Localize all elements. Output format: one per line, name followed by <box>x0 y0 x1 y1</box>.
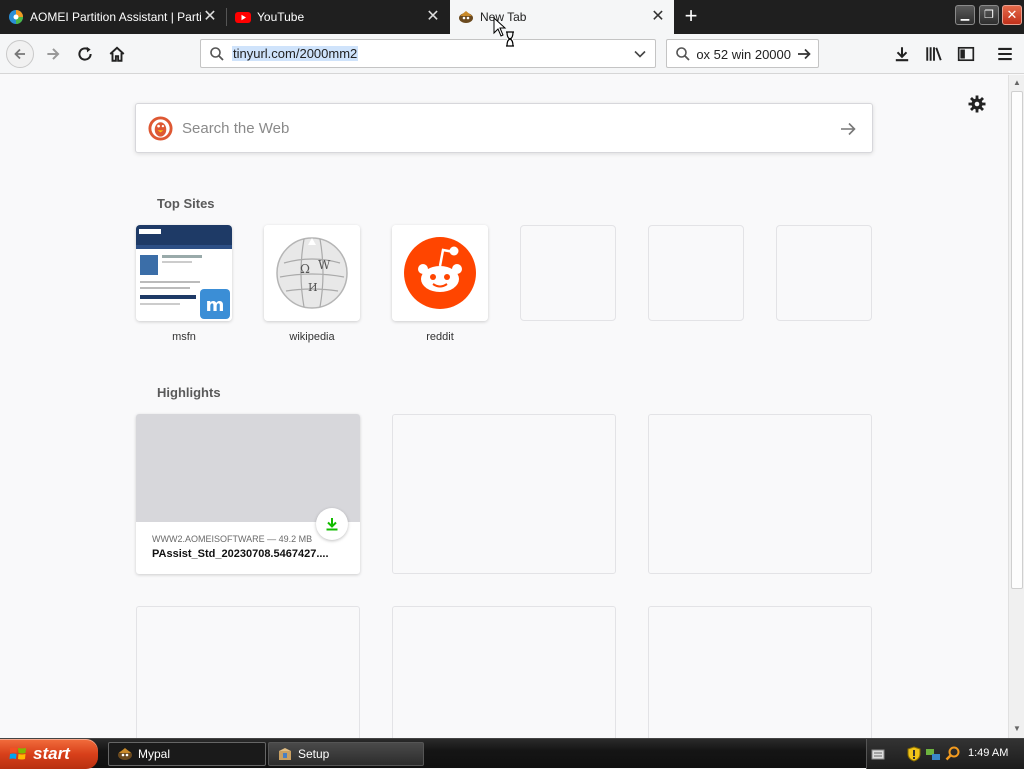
scroll-thumb[interactable] <box>1011 91 1023 589</box>
top-site-wikipedia[interactable]: Ω W И <box>264 225 360 321</box>
download-badge <box>316 508 348 540</box>
svg-text:И: И <box>308 281 318 294</box>
scroll-up-icon[interactable]: ▲ <box>1011 77 1023 89</box>
forward-arrow-icon <box>47 48 60 60</box>
start-label: start <box>33 744 70 763</box>
sidebar-button[interactable] <box>952 40 980 68</box>
tab-new-tab[interactable]: New Tab ✕ <box>450 0 674 34</box>
wikipedia-globe: Ω W И <box>264 225 360 321</box>
shield-icon[interactable] <box>907 746 921 762</box>
reload-button[interactable] <box>71 40 99 68</box>
busy-cursor-icon <box>493 17 514 47</box>
mypal-icon <box>118 748 132 760</box>
hamburger-menu-icon <box>998 47 1012 61</box>
home-button[interactable] <box>103 40 131 68</box>
highlight-source: WWW2.AOMEISOFTWARE — 49.2 MB <box>152 534 313 544</box>
highlight-thumbnail <box>136 414 360 522</box>
top-site-empty[interactable] <box>776 225 872 321</box>
top-site-empty[interactable] <box>520 225 616 321</box>
url-text[interactable]: tinyurl.com/2000mm2 <box>232 46 359 61</box>
taskbar-item-mypal[interactable]: Mypal <box>108 742 266 766</box>
highlight-placeholder <box>648 606 872 738</box>
youtube-favicon <box>235 9 251 25</box>
top-site-empty[interactable] <box>648 225 744 321</box>
library-icon <box>926 47 942 61</box>
downloads-button[interactable] <box>888 40 916 68</box>
clock[interactable]: 1:49 AM <box>968 747 1008 759</box>
reload-icon <box>78 46 92 61</box>
close-icon[interactable]: ✕ <box>650 9 666 25</box>
go-arrow-icon[interactable] <box>796 46 812 62</box>
msfn-thumbnail: m <box>136 225 232 321</box>
top-site-reddit[interactable] <box>392 225 488 321</box>
scroll-down-icon[interactable]: ▼ <box>1011 723 1023 735</box>
top-sites-heading: Top Sites <box>157 196 215 211</box>
menu-button[interactable] <box>991 40 1019 68</box>
search-placeholder: Search the Web <box>182 120 290 137</box>
close-icon[interactable]: ✕ <box>425 9 441 25</box>
mypal-favicon <box>458 9 474 25</box>
tab-title: AOMEI Partition Assistant | Partiti <box>30 10 202 24</box>
search-text[interactable]: ox 52 win 20000 <box>697 47 791 62</box>
tab-aomei[interactable]: AOMEI Partition Assistant | Partiti ✕ <box>0 0 226 34</box>
svg-text:Ω: Ω <box>300 262 310 276</box>
highlight-card[interactable]: WWW2.AOMEISOFTWARE — 49.2 MB PAssist_Std… <box>136 414 360 574</box>
download-icon <box>326 518 338 531</box>
window-close-button[interactable]: ✕ <box>1002 5 1022 25</box>
back-button[interactable] <box>6 40 34 68</box>
top-site-msfn[interactable]: m <box>136 225 232 321</box>
magnifier-tray-icon[interactable] <box>945 746 961 762</box>
reddit-snoo <box>392 225 488 321</box>
search-icon <box>676 47 690 61</box>
search-bar[interactable]: ox 52 win 20000 <box>666 39 819 68</box>
sidebar-icon <box>957 46 975 62</box>
new-tab-page: Search the Web Top Sites m msfn Ω W И wi… <box>0 75 1008 738</box>
close-icon[interactable]: ✕ <box>202 9 218 25</box>
minimize-button[interactable]: ▁ <box>955 5 975 25</box>
tab-title: YouTube <box>257 10 305 24</box>
windows-logo-icon <box>9 747 26 760</box>
download-icon <box>895 47 909 62</box>
highlight-placeholder <box>392 414 616 574</box>
aomei-favicon <box>8 9 24 25</box>
taskbar: start Mypal Setup 1:49 AM <box>0 738 1024 769</box>
tab-youtube[interactable]: YouTube ✕ <box>227 0 449 34</box>
forward-button[interactable] <box>39 40 67 68</box>
vertical-scrollbar[interactable]: ▲ ▼ <box>1008 75 1024 738</box>
start-button[interactable]: start <box>0 739 98 769</box>
new-tab-button[interactable]: + <box>678 4 704 30</box>
task-label: Mypal <box>138 747 171 761</box>
library-button[interactable] <box>920 40 948 68</box>
web-search-box[interactable]: Search the Web <box>135 103 873 153</box>
task-label: Setup <box>298 747 330 761</box>
setup-icon <box>279 748 291 760</box>
search-icon <box>210 47 224 61</box>
arrow-right-icon[interactable] <box>838 119 858 139</box>
url-bar[interactable]: tinyurl.com/2000mm2 <box>200 39 656 68</box>
highlight-placeholder <box>136 606 360 738</box>
gear-icon[interactable] <box>967 94 987 114</box>
chevron-down-icon[interactable] <box>633 47 647 61</box>
home-icon <box>109 46 125 62</box>
highlight-placeholder <box>392 606 616 738</box>
keyboard-icon[interactable] <box>871 747 885 761</box>
network-icon[interactable] <box>925 746 941 762</box>
svg-text:W: W <box>318 258 331 272</box>
highlight-title: PAssist_Std_20230708.5467427.... <box>152 548 329 560</box>
highlight-placeholder <box>648 414 872 574</box>
duckduckgo-icon <box>148 116 173 141</box>
top-site-label[interactable]: wikipedia <box>264 331 360 343</box>
top-site-label[interactable]: msfn <box>136 331 232 343</box>
taskbar-item-setup[interactable]: Setup <box>268 742 424 766</box>
top-site-label[interactable]: reddit <box>392 331 488 343</box>
back-arrow-icon <box>6 40 34 68</box>
restore-button[interactable]: ❐ <box>979 5 999 25</box>
highlights-heading: Highlights <box>157 385 221 400</box>
svg-text:m: m <box>206 295 225 316</box>
